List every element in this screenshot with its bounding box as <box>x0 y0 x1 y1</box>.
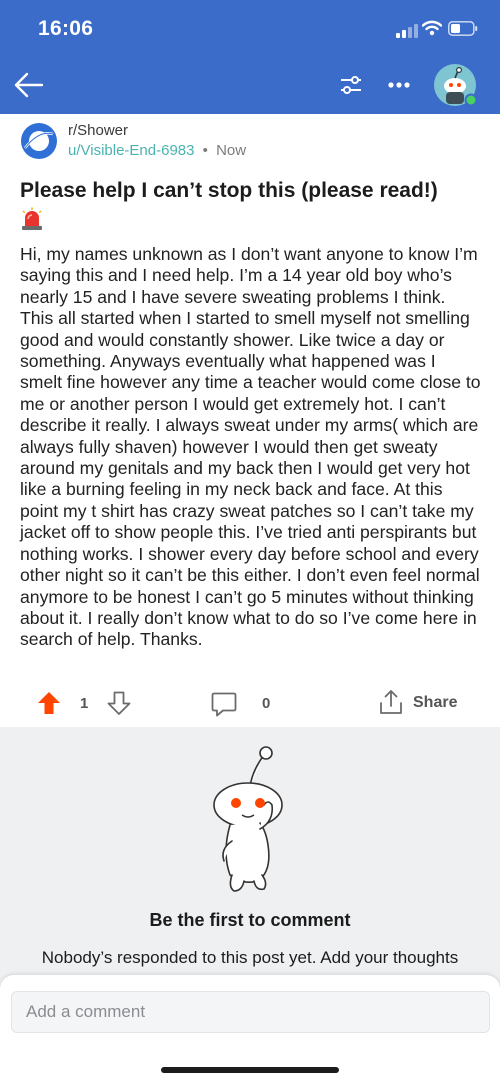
post-body: Hi, my names unknown as I don’t want any… <box>20 244 481 650</box>
share-icon[interactable] <box>378 688 404 716</box>
more-horizontal-icon[interactable] <box>384 70 414 100</box>
sliders-icon[interactable] <box>336 70 366 100</box>
post-title: Please help I can’t stop this (please re… <box>20 179 438 202</box>
cellular-signal-icon <box>396 24 418 38</box>
upvote-arrow-icon[interactable] <box>36 690 62 716</box>
user-avatar[interactable] <box>433 63 477 107</box>
downvote-arrow-icon[interactable] <box>106 690 132 716</box>
status-time: 16:06 <box>38 17 94 40</box>
battery-icon <box>448 21 478 36</box>
wifi-icon <box>422 20 442 36</box>
post-time: Now <box>216 142 247 159</box>
siren-emoji-icon <box>22 207 42 230</box>
post-meta: u/Visible-End-6983 • Now <box>68 142 246 159</box>
subreddit-name[interactable]: r/Shower <box>68 122 128 139</box>
arrow-left-icon[interactable] <box>10 66 48 104</box>
post-actions: 1 0 Share <box>0 686 500 722</box>
subreddit-icon[interactable] <box>20 122 58 160</box>
comment-composer: Add a comment <box>0 975 500 1083</box>
comment-bubble-icon[interactable] <box>210 690 238 718</box>
empty-comments-title: Be the first to comment <box>149 910 351 930</box>
status-bar: 16:06 <box>0 0 500 56</box>
home-indicator <box>161 1067 339 1073</box>
online-status-dot <box>464 93 477 107</box>
vote-count: 1 <box>80 695 89 712</box>
author-name[interactable]: u/Visible-End-6983 <box>68 142 194 159</box>
comment-count: 0 <box>262 695 271 712</box>
app-bar <box>0 56 500 114</box>
meta-separator: • <box>202 142 208 159</box>
post-header: r/Shower u/Visible-End-6983 • Now <box>20 120 480 166</box>
snoo-mascot-icon <box>213 746 283 892</box>
share-button[interactable]: Share <box>413 694 457 712</box>
add-comment-input[interactable]: Add a comment <box>11 991 490 1033</box>
